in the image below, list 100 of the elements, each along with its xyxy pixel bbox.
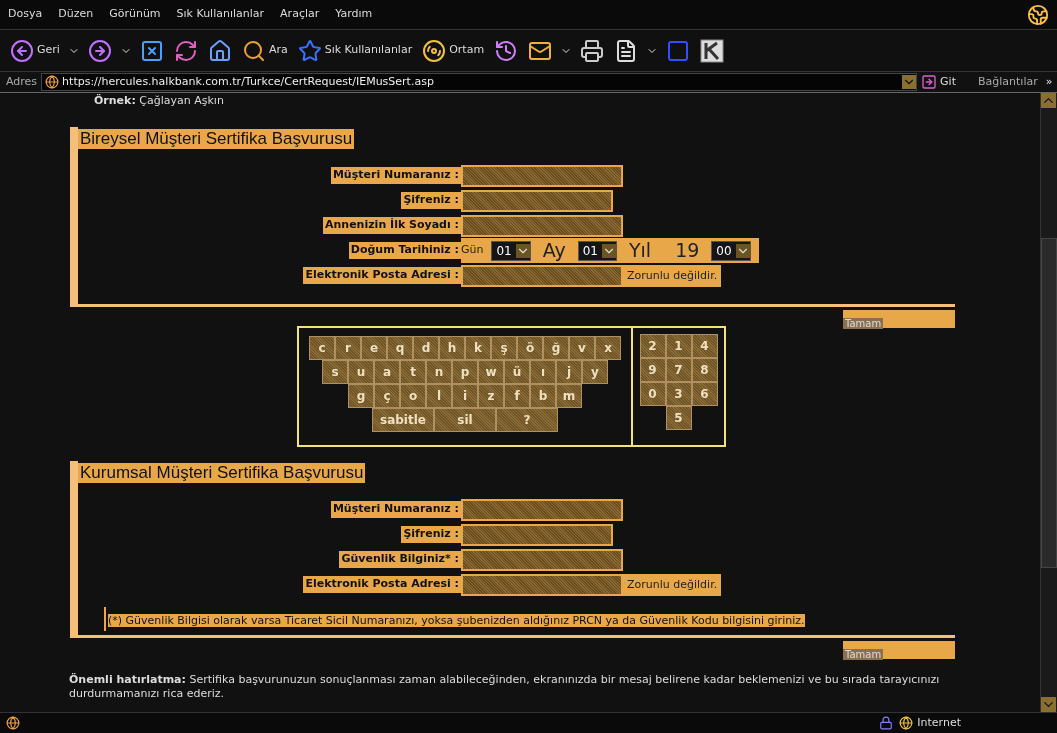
keyboard-key[interactable]: t	[400, 360, 426, 384]
keyboard-key[interactable]: e	[361, 336, 387, 360]
toolbar-button[interactable]: Sık Kullanılanlar	[295, 38, 415, 63]
keyboard-key[interactable]: h	[439, 336, 465, 360]
home-icon	[207, 38, 232, 63]
menu-item[interactable]: Dosya	[0, 6, 51, 23]
menu-item[interactable]: Görünüm	[101, 6, 169, 23]
keyboard-key[interactable]: f	[504, 384, 530, 408]
input-field[interactable]	[461, 264, 623, 287]
keyboard-key[interactable]: 7	[665, 358, 692, 382]
scroll-down-icon[interactable]	[1041, 697, 1056, 712]
star-icon	[297, 38, 322, 63]
input-field[interactable]	[461, 548, 623, 571]
keyboard-key[interactable]: sabitle	[372, 408, 434, 432]
links-label[interactable]: Bağlantılar	[978, 73, 1038, 91]
menu-item[interactable]: Düzen	[50, 6, 102, 23]
forward-icon	[87, 38, 112, 63]
keyboard-key[interactable]: p	[452, 360, 478, 384]
keyboard-key[interactable]: a	[374, 360, 400, 384]
keyboard-key[interactable]: 3	[665, 382, 692, 406]
disc-icon	[422, 38, 447, 63]
date-label: Ay	[542, 238, 566, 264]
keyboard-key[interactable]: 9	[639, 358, 666, 382]
zone-label: Internet	[917, 714, 961, 731]
keyboard-key[interactable]: ü	[504, 360, 530, 384]
input-field[interactable]	[461, 498, 623, 521]
keyboard-key[interactable]: 4	[691, 334, 718, 358]
keyboard-key[interactable]: l	[426, 384, 452, 408]
date-label: Gün	[461, 242, 484, 259]
keyboard-key[interactable]: o	[400, 384, 426, 408]
keyboard-key[interactable]: u	[348, 360, 374, 384]
keyboard-key[interactable]: n	[426, 360, 452, 384]
history-icon	[494, 38, 519, 63]
dropdown-icon	[735, 243, 750, 258]
keyboard-key[interactable]: 2	[639, 334, 666, 358]
input-field[interactable]	[461, 214, 623, 237]
input-field[interactable]	[461, 573, 623, 596]
field-note: Zorunlu değildir.	[626, 577, 719, 593]
select-field[interactable]: 01	[577, 240, 617, 261]
keyboard-key[interactable]: s	[322, 360, 348, 384]
keyboard-key[interactable]: ş	[491, 336, 517, 360]
field-label: Elektronik Posta Adresi :	[303, 267, 461, 284]
go-button[interactable]: Git	[921, 73, 956, 91]
keyboard-key[interactable]: x	[595, 336, 621, 360]
keyboard-key[interactable]: 8	[691, 358, 718, 382]
keyboard-key[interactable]: z	[478, 384, 504, 408]
keyboard-key[interactable]: ğ	[543, 336, 569, 360]
keyboard-key[interactable]: w	[478, 360, 504, 384]
keyboard-key[interactable]: ö	[517, 336, 543, 360]
field-label: Annenizin İlk Soyadı :	[322, 217, 461, 234]
chevron-text[interactable]: »	[1045, 73, 1053, 91]
address-field[interactable]: https://hercules.halkbank.com.tr/Turkce/CertRequest/IEMusSert.asp	[41, 73, 918, 91]
keyboard-key[interactable]: 6	[691, 382, 718, 406]
keyboard-key[interactable]: j	[556, 360, 582, 384]
toolbar-button[interactable]: Ara	[239, 38, 290, 63]
keyboard-key[interactable]: ?	[496, 408, 558, 432]
menu-item[interactable]: Yardım	[327, 6, 381, 23]
menu-item[interactable]: Sık Kullanılanlar	[168, 6, 273, 23]
date-label: 19	[675, 238, 700, 264]
keyboard-key[interactable]: ı	[530, 360, 556, 384]
keyboard-key[interactable]: g	[348, 384, 374, 408]
submit-button[interactable]: Tamam	[843, 641, 955, 659]
menu-item[interactable]: Araçlar	[272, 6, 328, 23]
toolbar-button[interactable]	[698, 38, 727, 63]
keyboard-key[interactable]: k	[465, 336, 491, 360]
keyboard-key[interactable]: 1	[665, 334, 692, 358]
keyboard-key[interactable]: ç	[374, 384, 400, 408]
keyboard-key[interactable]: q	[387, 336, 413, 360]
keyboard-key[interactable]: y	[582, 360, 608, 384]
keyboard-key[interactable]: c	[309, 336, 335, 360]
back-icon	[10, 38, 34, 63]
keyboard-key[interactable]: b	[530, 384, 556, 408]
toolbar-button[interactable]: Ortam	[420, 38, 487, 63]
submit-button[interactable]: Tamam	[843, 310, 955, 328]
toolbar-button[interactable]: Geri	[8, 38, 62, 63]
field-label: Şifreniz :	[401, 192, 461, 209]
field-label: Elektronik Posta Adresi :	[303, 576, 461, 593]
scroll-up-icon[interactable]	[1041, 93, 1056, 108]
field-label: Güvenlik Bilginiz* :	[339, 551, 461, 568]
keyboard-key[interactable]: sil	[434, 408, 496, 432]
input-field[interactable]	[461, 523, 613, 546]
field-label: Doğum Tarihiniz :	[348, 242, 461, 259]
keyboard-key[interactable]: i	[452, 384, 478, 408]
keyboard-key[interactable]: 0	[639, 382, 666, 406]
keyboard-key[interactable]: 5	[665, 406, 692, 430]
input-field[interactable]	[461, 164, 623, 187]
field-label: Müşteri Numaranız :	[330, 501, 461, 518]
field-label: Şifreniz :	[401, 526, 461, 543]
select-field[interactable]: 01	[491, 240, 531, 261]
printer-icon	[580, 38, 605, 63]
dropdown-icon[interactable]	[902, 75, 917, 89]
footnote: (*) Güvenlik Bilgisi olarak varsa Ticaret Sicil Numaranızı, yoksa şubenizden aldığınız PRCN ya da Güvenlik Kodu bilgisini giriniz.	[108, 614, 805, 627]
keyboard-key[interactable]: m	[556, 384, 582, 408]
zone-icon	[899, 716, 914, 730]
scrollbar[interactable]	[1040, 93, 1057, 712]
keyboard-key[interactable]: d	[413, 336, 439, 360]
input-field[interactable]	[461, 189, 613, 212]
keyboard-key[interactable]: v	[569, 336, 595, 360]
select-field[interactable]: 00	[711, 240, 751, 261]
keyboard-key[interactable]: r	[335, 336, 361, 360]
